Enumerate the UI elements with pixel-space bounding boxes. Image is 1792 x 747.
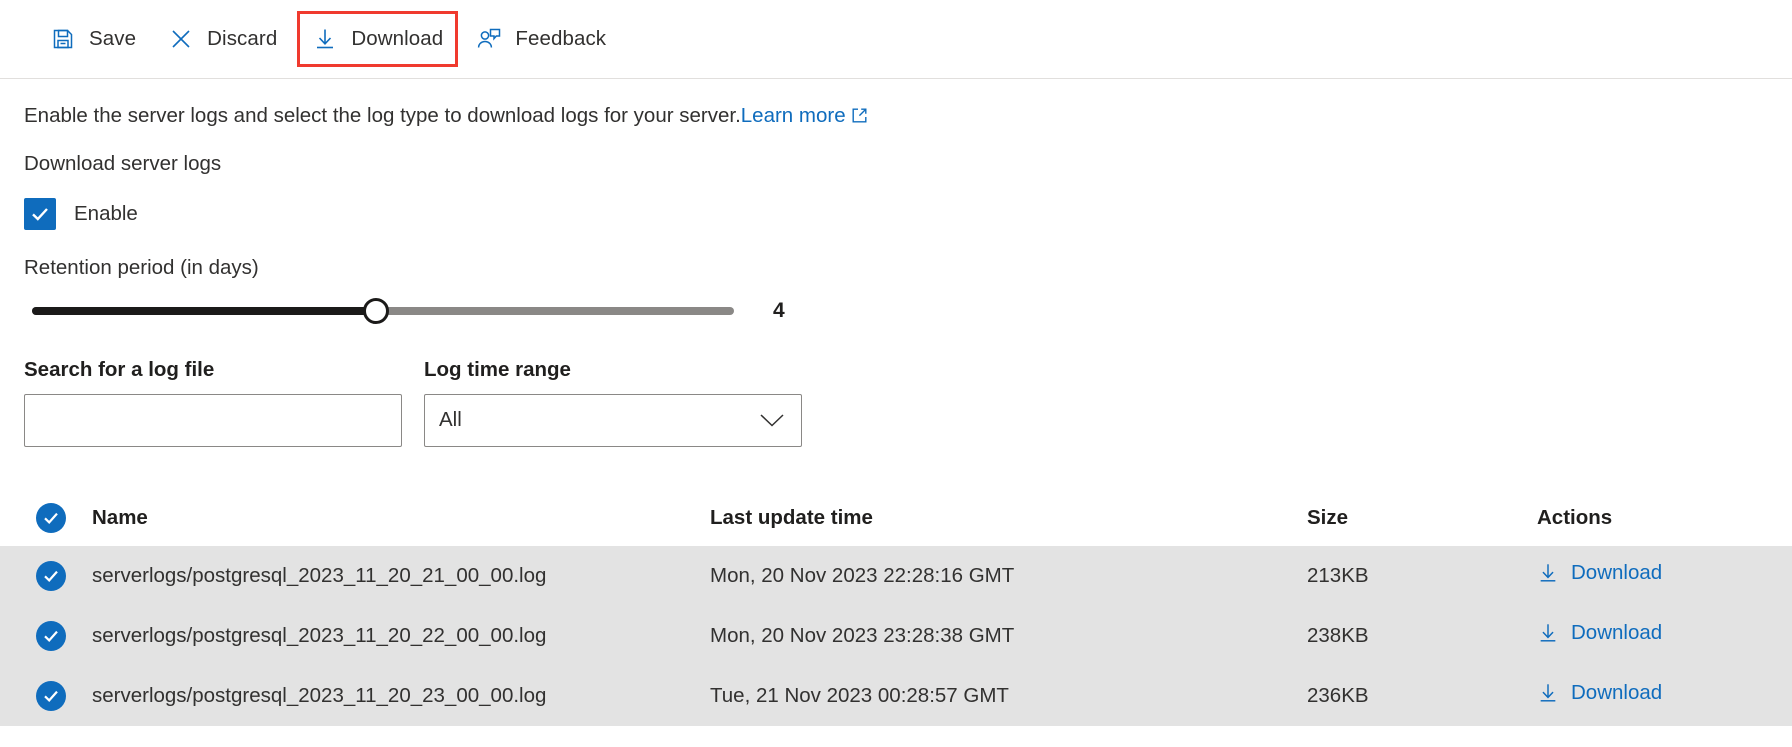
enable-row: Enable [0, 176, 1792, 230]
search-input[interactable] [24, 393, 402, 447]
enable-checkbox[interactable] [24, 197, 56, 230]
description-sentence: Enable the server logs and select the lo… [24, 104, 741, 127]
search-label: Search for a log file [24, 357, 215, 381]
slider-thumb[interactable] [363, 297, 389, 324]
retention-period-label: Retention period (in days) [24, 255, 259, 279]
enable-label: Enable [74, 201, 138, 225]
time-range-label: Log time range [424, 357, 571, 381]
row-size: 236KB [1307, 683, 1369, 707]
time-range-field-group: Log time range All [424, 358, 802, 447]
table-row[interactable]: serverlogs/postgresql_2023_11_20_23_00_0… [0, 665, 1792, 726]
row-download-link[interactable]: Download [1537, 621, 1662, 645]
column-header-size[interactable]: Size [1307, 506, 1537, 530]
time-range-value: All [439, 408, 462, 432]
row-last-update-time: Mon, 20 Nov 2023 22:28:16 GMT [710, 563, 1015, 587]
slider-fill [32, 306, 379, 315]
row-actions: Download [1537, 561, 1792, 590]
learn-more-label: Learn more [740, 104, 846, 127]
download-icon [1537, 562, 1559, 584]
discard-button[interactable]: Discard [152, 11, 293, 67]
download-icon [312, 26, 338, 52]
row-checkbox[interactable] [36, 560, 66, 591]
row-actions: Download [1537, 681, 1792, 710]
row-download-label: Download [1571, 621, 1663, 645]
row-select-cell [0, 680, 92, 711]
row-actions: Download [1537, 621, 1792, 650]
feedback-label: Feedback [515, 27, 607, 50]
column-header-actions: Actions [1537, 505, 1613, 529]
download-icon [1537, 682, 1559, 704]
search-field-group: Search for a log file [24, 358, 402, 447]
table-row[interactable]: serverlogs/postgresql_2023_11_20_21_00_0… [0, 545, 1792, 606]
feedback-person-icon [476, 26, 502, 52]
retention-slider-row: 4 [0, 280, 1792, 324]
log-files-table: Name Last update time Size Actions serve… [0, 490, 1792, 726]
row-name: serverlogs/postgresql_2023_11_20_21_00_0… [92, 563, 547, 587]
chevron-down-icon [759, 412, 785, 428]
discard-label: Discard [207, 27, 278, 50]
select-all-checkbox[interactable] [36, 502, 66, 533]
row-name: serverlogs/postgresql_2023_11_20_23_00_0… [92, 683, 547, 707]
row-checkbox[interactable] [36, 680, 66, 711]
row-size: 213KB [1307, 563, 1369, 587]
command-bar: Save Discard Download Feedback [0, 0, 1792, 79]
download-icon [1537, 622, 1559, 644]
retention-value: 4 [773, 298, 785, 322]
table-row[interactable]: serverlogs/postgresql_2023_11_20_22_00_0… [0, 605, 1792, 666]
retention-slider[interactable] [24, 297, 742, 324]
server-logs-page: Save Discard Download Feedback Enable th… [0, 0, 1792, 747]
row-select-cell [0, 620, 92, 651]
table-header-row: Name Last update time Size Actions [0, 490, 1792, 546]
save-button[interactable]: Save [34, 11, 152, 67]
feedback-button[interactable]: Feedback [460, 11, 622, 67]
row-last-update-time: Mon, 20 Nov 2023 23:28:38 GMT [710, 623, 1015, 647]
time-range-select[interactable]: All [424, 393, 802, 447]
row-select-cell [0, 560, 92, 591]
description-text: Enable the server logs and select the lo… [0, 79, 1792, 132]
filters-row: Search for a log file Log time range All [0, 324, 1792, 447]
external-link-icon [851, 105, 868, 132]
row-last-update-time: Tue, 21 Nov 2023 00:28:57 GMT [710, 683, 1009, 707]
column-header-last-update-time[interactable]: Last update time [710, 506, 1307, 530]
content-area: Enable the server logs and select the lo… [0, 79, 1792, 726]
learn-more-link[interactable]: Learn more [741, 104, 868, 127]
column-header-name[interactable]: Name [92, 506, 710, 530]
row-name: serverlogs/postgresql_2023_11_20_22_00_0… [92, 623, 547, 647]
row-checkbox[interactable] [36, 620, 66, 651]
section-title: Download server logs [24, 151, 222, 175]
row-download-label: Download [1571, 561, 1663, 585]
row-download-label: Download [1571, 681, 1663, 705]
row-download-link[interactable]: Download [1537, 681, 1662, 705]
save-icon [50, 26, 76, 52]
close-icon [168, 26, 194, 52]
save-label: Save [89, 27, 137, 50]
download-button[interactable]: Download [297, 11, 459, 67]
select-all-cell [0, 502, 92, 533]
download-label: Download [351, 27, 444, 50]
row-download-link[interactable]: Download [1537, 561, 1662, 585]
row-size: 238KB [1307, 623, 1369, 647]
